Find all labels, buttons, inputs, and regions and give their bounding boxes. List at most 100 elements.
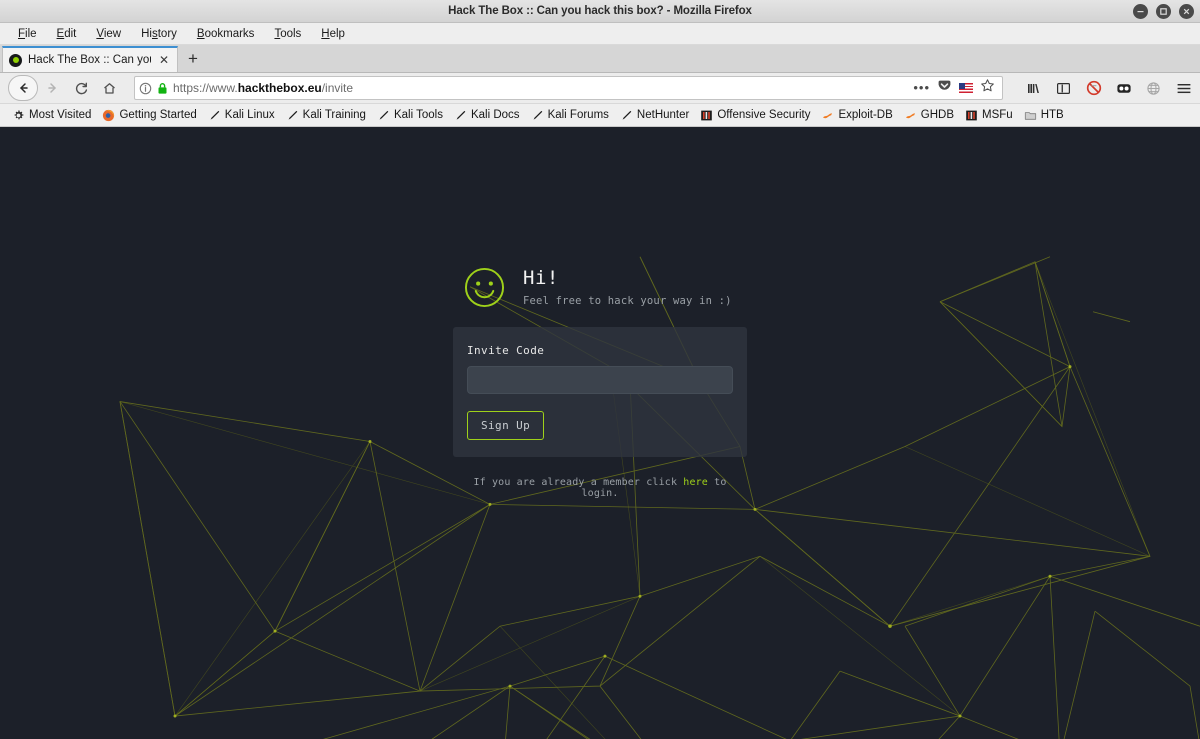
firefox-icon	[102, 109, 115, 122]
bookmark-label: Kali Forums	[547, 109, 609, 121]
bookmark-label: Exploit-DB	[838, 109, 893, 121]
invite-form-panel: Invite Code Sign Up	[453, 327, 747, 457]
login-hint: If you are already a member click here t…	[453, 477, 747, 499]
tab-label: Hack The Box :: Can you h	[28, 54, 151, 66]
url-bar[interactable]: https://www.hackthebox.eu/invite •••	[134, 76, 1003, 100]
sidebar-icon[interactable]	[1055, 80, 1072, 97]
ghdb-icon	[904, 109, 917, 122]
close-icon[interactable]: ✕	[157, 54, 171, 66]
bookmark-label: Kali Training	[302, 109, 366, 121]
bookmark-label: Kali Linux	[224, 109, 275, 121]
noscript-icon[interactable]	[1085, 80, 1102, 97]
containers-icon[interactable]	[1115, 80, 1132, 97]
url-scheme: https://www.	[173, 81, 238, 95]
htb-favicon	[9, 53, 22, 67]
bookmark-msfu[interactable]: MSFu	[961, 109, 1020, 122]
bookmark-label: Offensive Security	[717, 109, 811, 121]
page-subtitle: Feel free to hack your way in :)	[523, 294, 732, 307]
bookmark-label: MSFu	[982, 109, 1013, 121]
menu-file-rest: ile	[25, 27, 37, 40]
window-controls	[1133, 0, 1194, 22]
bookmark-kali-tools[interactable]: Kali Tools	[373, 109, 450, 122]
menu-view-rest: iew	[103, 27, 122, 40]
bookmark-kali-docs[interactable]: Kali Docs	[450, 109, 527, 122]
bookmark-offensive-security[interactable]: Offensive Security	[696, 109, 817, 122]
url-path: /invite	[321, 81, 354, 95]
sign-up-button[interactable]: Sign Up	[467, 411, 545, 440]
menu-bookmarks[interactable]: Bookmarks	[187, 26, 265, 42]
kali-pen-icon	[377, 109, 390, 122]
bookmarks-toolbar: Most Visited Getting Started Kali Linux …	[0, 104, 1200, 127]
bookmark-label: Kali Docs	[470, 109, 520, 121]
bookmark-getting-started[interactable]: Getting Started	[98, 109, 203, 122]
menu-help-rest: elp	[329, 27, 345, 40]
url-bar-actions: •••	[913, 78, 998, 98]
hamburger-menu-icon[interactable]	[1175, 80, 1192, 97]
bookmark-htb[interactable]: HTB	[1020, 109, 1071, 122]
bookmark-kali-forums[interactable]: Kali Forums	[527, 109, 616, 122]
login-hint-before: If you are already a member click	[473, 477, 684, 488]
page-info-icon[interactable]	[139, 82, 152, 95]
bookmark-kali-training[interactable]: Kali Training	[282, 109, 373, 122]
kali-pen-icon	[454, 109, 467, 122]
bookmark-star-icon[interactable]	[980, 78, 995, 98]
new-tab-button[interactable]: +	[178, 46, 208, 72]
bookmark-label: Kali Tools	[393, 109, 443, 121]
pocket-icon[interactable]	[937, 78, 952, 98]
folder-icon	[1024, 109, 1037, 122]
bookmark-nethunter[interactable]: NetHunter	[616, 109, 696, 122]
url-text[interactable]: https://www.hackthebox.eu/invite	[173, 81, 908, 95]
smiley-face-logo	[464, 267, 505, 308]
invite-section: Hi! Feel free to hack your way in :) Inv…	[453, 267, 747, 499]
menu-view[interactable]: View	[86, 26, 131, 42]
bookmark-ghdb[interactable]: GHDB	[900, 109, 961, 122]
bookmark-label: GHDB	[920, 109, 955, 121]
hero: Hi! Feel free to hack your way in :)	[453, 267, 747, 308]
library-icon[interactable]	[1025, 80, 1042, 97]
menu-bar: File Edit View History Bookmarks Tools H…	[0, 23, 1200, 45]
back-arrow-icon[interactable]	[8, 75, 38, 101]
maximize-button[interactable]	[1156, 3, 1171, 19]
kali-pen-icon	[208, 109, 221, 122]
menu-help[interactable]: Help	[311, 26, 355, 42]
title-bar: Hack The Box :: Can you hack this box? -…	[0, 0, 1200, 23]
exploitdb-icon	[821, 109, 834, 122]
tab-active[interactable]: Hack The Box :: Can you h ✕	[2, 46, 178, 72]
gear-icon	[12, 109, 25, 122]
bookmark-label: HTB	[1040, 109, 1064, 121]
globe-icon[interactable]	[1145, 80, 1162, 97]
page-actions-icon[interactable]: •••	[913, 81, 930, 94]
page-content: Hi! Feel free to hack your way in :) Inv…	[0, 127, 1200, 739]
kali-pen-icon	[620, 109, 633, 122]
invite-code-label: Invite Code	[467, 344, 545, 357]
menu-file[interactable]: File	[8, 26, 47, 42]
bookmark-label: Getting Started	[119, 109, 197, 121]
menu-tools[interactable]: Tools	[264, 26, 311, 42]
reload-icon[interactable]	[68, 76, 94, 100]
offsec-icon	[700, 109, 713, 122]
url-domain: hackthebox.eu	[237, 81, 322, 95]
home-icon[interactable]	[96, 76, 122, 100]
kali-pen-icon	[286, 109, 299, 122]
navigation-toolbar: https://www.hackthebox.eu/invite •••	[0, 73, 1200, 104]
invite-code-input[interactable]	[467, 366, 733, 394]
minimize-button[interactable]	[1133, 3, 1148, 19]
close-button[interactable]	[1179, 3, 1194, 19]
browser-window: Hack The Box :: Can you hack this box? -…	[0, 0, 1200, 739]
secure-lock-icon[interactable]	[157, 82, 168, 95]
bookmark-exploit-db[interactable]: Exploit-DB	[817, 109, 899, 122]
tab-bar: Hack The Box :: Can you h ✕ +	[0, 45, 1200, 73]
login-link[interactable]: here	[683, 477, 708, 488]
menu-bookmarks-rest: ookmarks	[204, 27, 255, 40]
kali-pen-icon	[531, 109, 544, 122]
forward-arrow-icon[interactable]	[40, 76, 66, 100]
bookmark-label: Most Visited	[29, 109, 92, 121]
bookmark-most-visited[interactable]: Most Visited	[8, 109, 98, 122]
bookmark-kali-linux[interactable]: Kali Linux	[204, 109, 282, 122]
us-flag-icon[interactable]	[959, 83, 973, 93]
offsec-icon	[965, 109, 978, 122]
menu-history[interactable]: History	[131, 26, 187, 42]
bookmark-label: NetHunter	[636, 109, 690, 121]
menu-edit-rest: dit	[64, 27, 77, 40]
menu-edit[interactable]: Edit	[47, 26, 87, 42]
